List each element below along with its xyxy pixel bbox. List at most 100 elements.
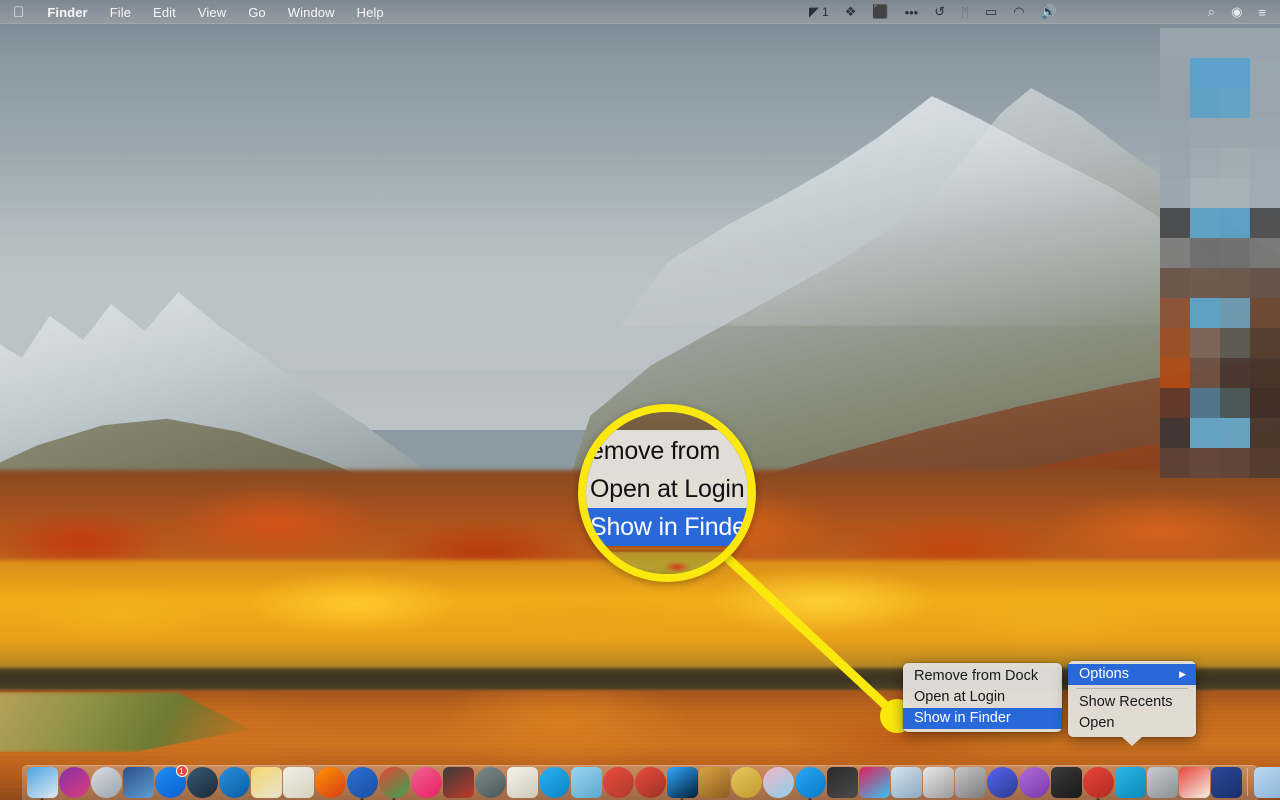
magnified-context-menu: emove from Open at Login Show in Finder <box>586 430 748 546</box>
dock-icon-firefox[interactable] <box>314 767 346 798</box>
mosaic-block <box>1160 328 1190 358</box>
dock-icon-safari[interactable] <box>218 767 250 798</box>
submenu-item[interactable]: Show Recents <box>1068 692 1196 713</box>
mosaic-block <box>1190 238 1220 268</box>
mosaic-block <box>1190 178 1220 208</box>
dock-icon-blue-book[interactable] <box>1210 767 1242 798</box>
mosaic-block <box>1190 448 1220 478</box>
menu-bar-item-window[interactable]: Window <box>277 0 346 24</box>
dock-icon-audio-app[interactable] <box>442 767 474 798</box>
pixelated-censor-region <box>1160 28 1280 478</box>
dock-icon-disk-utility[interactable] <box>474 767 506 798</box>
dock-icon-dark-app[interactable] <box>1050 767 1082 798</box>
dock-icon-pages[interactable] <box>282 767 314 798</box>
submenu-item[interactable]: Open <box>1068 713 1196 734</box>
dock-icon-app-store[interactable]: 1 <box>154 765 188 798</box>
dock-context-submenu[interactable]: Options ▶ Show Recents Open <box>1068 661 1196 746</box>
siri-icon[interactable]: ◉ <box>1223 0 1250 24</box>
wifi-icon[interactable]: ◠ <box>1005 0 1032 24</box>
menu-bar-item-go[interactable]: Go <box>237 0 277 24</box>
dock-icon-flashlight[interactable] <box>954 767 986 798</box>
mosaic-block <box>1250 208 1280 238</box>
dock-icon-red-circle[interactable] <box>1082 767 1114 800</box>
display-icon[interactable]: ⬛ <box>864 0 896 24</box>
dock-icon-launchpad[interactable] <box>90 767 122 798</box>
context-menu-item-selected[interactable]: Show in Finder <box>903 708 1062 729</box>
mosaic-block <box>1190 58 1220 88</box>
dock-icon-books[interactable] <box>1178 767 1210 798</box>
mosaic-block <box>1190 358 1220 388</box>
dock-icon-textedit[interactable] <box>506 767 538 798</box>
adobe-creative-cloud-icon-glyph: ◤ <box>809 4 820 19</box>
volume-icon[interactable]: 🔊 <box>1033 0 1065 24</box>
mosaic-block <box>1160 238 1190 268</box>
context-menu-item[interactable]: Remove from Dock <box>903 666 1062 687</box>
dock-stack-downloads[interactable] <box>1253 767 1280 798</box>
dock-icon-cyan-c[interactable] <box>1114 767 1146 798</box>
menu-bar-item-file[interactable]: File <box>99 0 142 24</box>
dock-icon-steam[interactable] <box>186 767 218 798</box>
dock-icon-messages[interactable] <box>570 767 602 798</box>
dock[interactable]: 1 <box>22 765 1280 800</box>
dock-icon-finder[interactable] <box>26 767 58 800</box>
dock-icon-skype[interactable] <box>538 767 570 798</box>
dock-icon-photoshop[interactable] <box>666 767 698 800</box>
dock-icon-dashboard[interactable] <box>122 767 154 798</box>
dock-icon-headphones-1[interactable] <box>602 767 634 798</box>
mosaic-block <box>1250 118 1280 148</box>
menu-bar-item-help[interactable]: Help <box>346 0 395 24</box>
airplay-icon-glyph: ▭ <box>984 4 998 19</box>
mosaic-block <box>1190 148 1220 178</box>
dock-icon-utility[interactable] <box>698 767 730 798</box>
adobe-update-count: 1 <box>822 5 829 19</box>
dock-icon-headphones-2[interactable] <box>634 767 666 798</box>
mosaic-block <box>1250 58 1280 88</box>
dock-icon-microphone[interactable] <box>922 767 954 798</box>
mosaic-block <box>1250 298 1280 328</box>
mosaic-block <box>1250 178 1280 208</box>
bluetooth-icon[interactable]: ᛗ <box>953 0 977 24</box>
submenu-item-label: Open <box>1079 715 1115 731</box>
mosaic-block <box>1220 208 1250 238</box>
mosaic-block <box>1190 388 1220 418</box>
spotlight-search-icon[interactable]: ⌕ <box>1200 0 1223 24</box>
dock-icon-slack[interactable] <box>858 767 890 798</box>
dock-icon-photos[interactable] <box>762 767 794 798</box>
dock-icon-discord[interactable] <box>986 767 1018 798</box>
mosaic-block <box>1160 88 1190 118</box>
context-menu-item[interactable]: Open at Login <box>903 687 1062 708</box>
notification-center-icon[interactable]: ≡ <box>1250 0 1274 24</box>
dock-icon-xcode[interactable] <box>346 767 378 800</box>
mosaic-block <box>1250 238 1280 268</box>
airplay-icon[interactable]: ▭ <box>977 0 1005 24</box>
apple-menu-icon[interactable]:  <box>0 0 36 24</box>
menu-bar-item-edit[interactable]: Edit <box>142 0 187 24</box>
dock-icon-itunes[interactable] <box>410 767 442 798</box>
dock-icon-lightbulb[interactable] <box>1018 767 1050 798</box>
dock-icon-notes[interactable] <box>250 767 282 798</box>
dock-icon-chrome[interactable] <box>378 767 410 800</box>
dropbox-icon[interactable]: ❖ <box>837 0 865 24</box>
dock-icon-document-app[interactable] <box>730 767 762 798</box>
more-ellipsis-icon[interactable]: ••• <box>897 0 927 24</box>
submenu-item-label: Show Recents <box>1079 694 1173 710</box>
dock-icon-kindle[interactable] <box>826 767 858 798</box>
time-machine-icon[interactable]: ↺ <box>926 0 953 24</box>
dock-icon-preview[interactable] <box>890 767 922 798</box>
menu-bar-item-finder[interactable]: Finder <box>36 0 98 24</box>
mosaic-block <box>1160 148 1190 178</box>
desktop-screen:  FinderFileEditViewGoWindowHelp ◤1❖⬛•••… <box>0 0 1280 800</box>
mosaic-block <box>1190 328 1220 358</box>
dock-context-menu[interactable]: Remove from Dock Open at Login Show in Fin… <box>903 663 1062 732</box>
menu-bar-status-area: ◤ 1 ❖ ⬛ ••• ↺ ᛗ ▭ ◠ 🔊 ⌕ ◉ ≡ <box>801 0 1280 24</box>
submenu-item-label: Options <box>1079 666 1129 682</box>
adobe-creative-cloud-icon[interactable]: ◤ 1 <box>801 0 837 24</box>
mosaic-block <box>1220 328 1250 358</box>
submenu-item-selected[interactable]: Options ▶ <box>1068 664 1196 685</box>
magnified-menu-item-selected: Show in Finder <box>586 508 748 546</box>
dock-icon-messenger[interactable] <box>794 767 826 800</box>
menu-bar-item-view[interactable]: View <box>187 0 237 24</box>
mosaic-block <box>1250 88 1280 118</box>
dock-icon-3d-app[interactable] <box>1146 767 1178 798</box>
dock-icon-siri[interactable] <box>58 767 90 798</box>
